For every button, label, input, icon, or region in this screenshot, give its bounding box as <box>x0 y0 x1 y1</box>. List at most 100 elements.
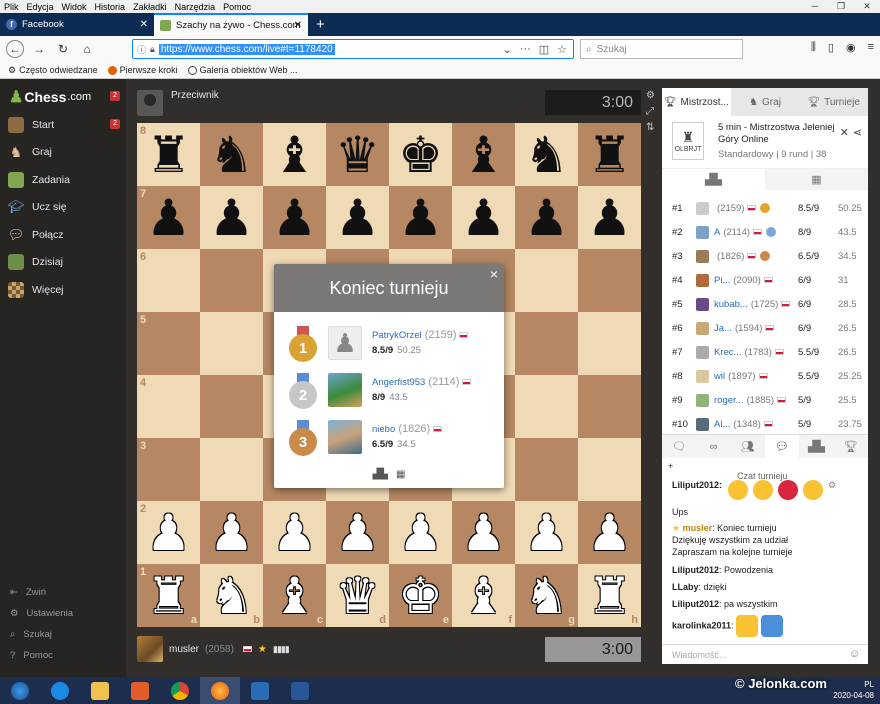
close-icon[interactable]: ✕ <box>840 126 849 139</box>
menu-view[interactable]: Widok <box>62 2 87 12</box>
sidebar-item-start[interactable]: Start <box>8 117 54 133</box>
standings-row[interactable]: #4 Pi... (2090) 6/9 31 <box>662 268 868 292</box>
black-bishop-icon[interactable]: ♝ <box>461 130 506 180</box>
tray-date[interactable]: 2020-04-08 <box>833 690 874 701</box>
taskbar-media[interactable] <box>120 677 160 704</box>
standings-row[interactable]: #9 roger... (1885) 5/9 25.5 <box>662 388 868 412</box>
board-square[interactable]: 1 a ♜ <box>137 564 200 627</box>
menu-edit[interactable]: Edycja <box>27 2 54 12</box>
board-square[interactable] <box>200 438 263 501</box>
standings-row[interactable]: #10 Al... (1348) 5/9 23.75 <box>662 412 868 436</box>
standing-name[interactable]: A <box>714 227 720 238</box>
board-square[interactable]: ♟ <box>263 501 326 564</box>
games-tab[interactable]: ▦ <box>765 169 868 190</box>
sidebar-item-learn[interactable]: 🎓︎ Ucz się <box>8 199 67 215</box>
black-pawn-icon[interactable]: ♟ <box>524 193 569 243</box>
share-icon[interactable]: ⋖ <box>853 126 862 139</box>
black-rook-icon[interactable]: ♜ <box>587 130 632 180</box>
board-square[interactable]: ♟ <box>578 186 641 249</box>
board-square[interactable]: ♝ <box>452 123 515 186</box>
black-bishop-icon[interactable]: ♝ <box>272 130 317 180</box>
third-name[interactable]: niebo <box>372 424 395 435</box>
standings-icon[interactable]: ▟▙ <box>373 469 388 480</box>
sidebar-item-more[interactable]: Więcej <box>8 282 64 298</box>
board-square[interactable] <box>515 312 578 375</box>
white-bishop-icon[interactable]: ♝ <box>272 571 317 621</box>
standings-row[interactable]: #1 (2159) 8.5/9 50.25 <box>662 196 868 220</box>
taskbar-chrome[interactable] <box>160 677 200 704</box>
menu-help[interactable]: Pomoc <box>223 2 251 12</box>
taskbar-explorer[interactable] <box>80 677 120 704</box>
dropdown-icon[interactable]: ⌄ <box>503 43 512 56</box>
menu-file[interactable]: Plik <box>4 2 19 12</box>
sidebar-icon[interactable]: ▯ <box>828 41 834 54</box>
notification-badge[interactable]: 2 <box>110 91 120 101</box>
tab-tournaments[interactable]: 🏆︎ Turnieje <box>799 88 868 116</box>
board-square[interactable] <box>200 375 263 438</box>
start-button[interactable] <box>0 677 40 704</box>
board-square[interactable]: ♜ <box>578 123 641 186</box>
tab-play[interactable]: ♞ Graj <box>731 88 800 116</box>
board-icon[interactable]: ▦ <box>396 469 405 480</box>
taskbar-app[interactable] <box>240 677 280 704</box>
board-square[interactable]: ♝ <box>263 123 326 186</box>
board-square[interactable]: ♟ <box>389 186 452 249</box>
black-rook-icon[interactable]: ♜ <box>146 130 191 180</box>
avatar[interactable] <box>696 321 709 335</box>
black-pawn-icon[interactable]: ♟ <box>146 193 191 243</box>
avatar[interactable] <box>137 636 163 662</box>
board-square[interactable]: ♟ <box>452 186 515 249</box>
black-king-icon[interactable]: ♚ <box>398 130 443 180</box>
avatar[interactable] <box>696 201 709 215</box>
menu-bookmarks[interactable]: Zakładki <box>133 2 167 12</box>
chat-user[interactable]: Liliput2012 <box>672 599 719 609</box>
standings-row[interactable]: #2 A (2114) 8/9 43.5 <box>662 220 868 244</box>
board-square[interactable]: ♟ <box>515 186 578 249</box>
standing-name[interactable]: roger... <box>714 395 744 406</box>
tab-tournament[interactable]: 🏆︎ Mistrzost... <box>662 88 731 116</box>
board-square[interactable]: ♟ <box>326 186 389 249</box>
white-queen-icon[interactable]: ♛ <box>335 571 380 621</box>
avatar[interactable] <box>137 90 163 116</box>
board-square[interactable] <box>578 438 641 501</box>
board-square[interactable]: 8 ♜ <box>137 123 200 186</box>
collapse-button[interactable]: ⇤ Zwiń <box>10 587 46 598</box>
search-button[interactable]: ⌕ Szukaj <box>10 629 52 640</box>
avatar[interactable] <box>328 420 362 454</box>
board-square[interactable]: 7 ♟ <box>137 186 200 249</box>
board-square[interactable]: h ♜ <box>578 564 641 627</box>
gear-icon[interactable]: ⚙ <box>646 90 655 101</box>
second-name[interactable]: Angerfist953 <box>372 377 425 388</box>
board-square[interactable] <box>200 249 263 312</box>
chat-user[interactable]: karolinka2011 <box>672 620 731 630</box>
avatar[interactable] <box>696 369 709 383</box>
black-queen-icon[interactable]: ♛ <box>335 130 380 180</box>
more-icon[interactable]: ··· <box>520 43 531 56</box>
board-square[interactable]: 3 <box>137 438 200 501</box>
bookmark-item[interactable]: Galeria obiektów Web ... <box>187 65 298 75</box>
chat-tab-standings[interactable]: ▟▙ <box>799 435 833 458</box>
white-pawn-icon[interactable]: ♟ <box>272 508 317 558</box>
avatar[interactable] <box>696 249 709 263</box>
url-bar[interactable]: ⓘ 🔒︎ https://www.chess.com/live#t=117842… <box>132 39 574 59</box>
close-tab-icon[interactable]: ✕ <box>140 19 148 30</box>
board-square[interactable]: ♛ <box>326 123 389 186</box>
help-button[interactable]: ? Pomoc <box>10 650 53 661</box>
white-knight-icon[interactable]: ♞ <box>209 571 254 621</box>
smiley-icon[interactable]: ☺ <box>849 648 860 660</box>
close-window-icon[interactable]: ✕ <box>854 0 880 13</box>
board-square[interactable]: ♟ <box>452 501 515 564</box>
avatar[interactable] <box>696 297 709 311</box>
tab-chess[interactable]: Szachy na żywo - Chess.com ✕ <box>154 13 308 36</box>
board-square[interactable]: b ♞ <box>200 564 263 627</box>
board-square[interactable]: ♚ <box>389 123 452 186</box>
taskbar-word[interactable] <box>280 677 320 704</box>
board-square[interactable] <box>515 438 578 501</box>
white-rook-icon[interactable]: ♜ <box>146 571 191 621</box>
standings-row[interactable]: #3 (1826) 6.5/9 34.5 <box>662 244 868 268</box>
white-pawn-icon[interactable]: ♟ <box>209 508 254 558</box>
white-bishop-icon[interactable]: ♝ <box>461 571 506 621</box>
pawn-avatar-icon[interactable]: ♟ <box>328 326 362 360</box>
library-icon[interactable]: ⫼ <box>811 41 816 54</box>
language-indicator[interactable]: PL <box>833 679 874 690</box>
